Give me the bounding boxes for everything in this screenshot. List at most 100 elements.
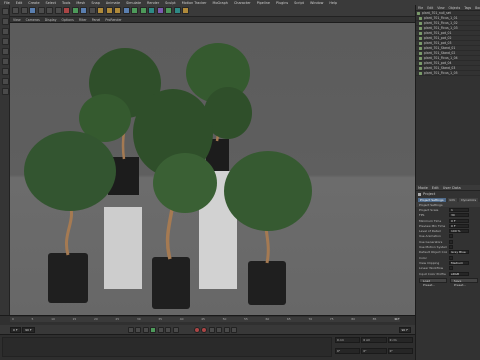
attribute-tab[interactable]: Info	[447, 197, 458, 202]
object-manager-menu-item[interactable]: File	[418, 6, 423, 10]
menu-item[interactable]: Animate	[106, 1, 120, 5]
coord-field[interactable]: 0 cm	[387, 337, 413, 343]
start-frame-field[interactable]: 0 F	[10, 326, 21, 333]
menu-item[interactable]: Motion Tracker	[182, 1, 207, 5]
coord-field[interactable]: 0°	[387, 348, 413, 354]
next-key-icon[interactable]	[165, 326, 172, 333]
preset-button[interactable]: Save Preset...	[449, 278, 478, 287]
coord-field[interactable]: 0°	[335, 348, 361, 354]
preview-end-field[interactable]: 90 F	[22, 326, 35, 333]
attribute-value-field[interactable]: Gray Blue	[449, 250, 469, 255]
viewport-menu-item[interactable]: ProRender	[105, 18, 121, 22]
render-settings-icon[interactable]	[114, 7, 121, 14]
redo-icon[interactable]	[20, 7, 28, 14]
menu-item[interactable]: Sculpt	[165, 1, 176, 5]
attribute-checkbox[interactable]	[449, 239, 453, 244]
menu-item[interactable]: Window	[310, 1, 323, 5]
object-manager-menu-item[interactable]: Tags	[464, 6, 471, 10]
model-mode-icon[interactable]	[1, 18, 9, 25]
viewport-menu-item[interactable]: Filter	[79, 18, 87, 22]
end-frame-field[interactable]: 90 F	[398, 326, 411, 333]
menu-item[interactable]: Edit	[16, 1, 23, 5]
make-editable-icon[interactable]	[1, 8, 9, 15]
menu-item[interactable]: Create	[28, 1, 39, 5]
floor-icon[interactable]	[165, 7, 172, 14]
object-manager-menu-item[interactable]: Bookmarks	[475, 6, 480, 10]
render-picture-viewer-icon[interactable]	[105, 7, 113, 14]
array-icon[interactable]	[148, 7, 155, 14]
menu-item[interactable]: Simulate	[126, 1, 141, 5]
keyframe-selection-icon[interactable]	[208, 326, 215, 333]
bend-deformer-icon[interactable]	[156, 7, 164, 14]
attribute-checkbox[interactable]	[449, 245, 453, 250]
object-row[interactable]: plant_701_Ficus_1_05	[416, 71, 480, 76]
object-manager-menu-item[interactable]: View	[437, 6, 444, 10]
coord-field[interactable]: 0°	[361, 348, 387, 354]
goto-end-icon[interactable]	[172, 326, 179, 333]
attribute-checkbox[interactable]	[449, 266, 453, 271]
z-axis-icon[interactable]	[80, 7, 87, 14]
menu-item[interactable]: Render	[147, 1, 159, 5]
menu-item[interactable]: Snap	[91, 1, 100, 5]
coord-field[interactable]: 0 cm	[361, 337, 387, 343]
snap-icon[interactable]	[1, 78, 9, 85]
attribute-checkbox[interactable]	[449, 234, 453, 239]
texture-mode-icon[interactable]	[1, 28, 9, 35]
goto-start-icon[interactable]	[127, 326, 134, 333]
menu-item[interactable]: Script	[294, 1, 304, 5]
attribute-value-field[interactable]: 0 F	[449, 218, 469, 223]
attribute-menu-item[interactable]: Mode	[418, 186, 428, 190]
object-manager-menu-item[interactable]: Edit	[427, 6, 433, 10]
move-icon[interactable]	[37, 7, 45, 14]
timeline[interactable]: 0 5 10 15 20 25 30 35 40 45 50 55 60 65 70 75 80 85 90 0 F	[0, 315, 415, 325]
viewport-menu-item[interactable]: View	[13, 18, 21, 22]
menu-item[interactable]: Mesh	[76, 1, 85, 5]
menu-item[interactable]: Pipeline	[257, 1, 270, 5]
attribute-checkbox[interactable]	[449, 255, 453, 260]
coordinate-system-icon[interactable]	[88, 7, 96, 14]
attribute-menu-item[interactable]: Edit	[432, 186, 439, 190]
scale-icon[interactable]	[46, 7, 53, 14]
prev-key-icon[interactable]	[135, 326, 142, 333]
menu-item[interactable]: Plugins	[276, 1, 288, 5]
autokey-icon[interactable]	[201, 326, 208, 333]
menu-item[interactable]: MoGraph	[213, 1, 228, 5]
workplane-icon[interactable]	[1, 88, 9, 95]
timeline-ruler[interactable]: 0 5 10 15 20 25 30 35 40 45 50 55 60 65 70 75 80 85 90	[10, 317, 400, 322]
attribute-tab[interactable]: Project Settings	[418, 197, 446, 202]
attribute-value-field[interactable]: 0 F	[449, 223, 469, 228]
attribute-value-field[interactable]: Medium	[449, 260, 469, 265]
spline-pen-icon[interactable]	[131, 7, 138, 14]
light-icon[interactable]	[182, 7, 189, 14]
cube-icon[interactable]	[122, 7, 130, 14]
record-icon[interactable]	[193, 326, 200, 333]
undo-icon[interactable]	[12, 7, 19, 14]
menu-item[interactable]: Tools	[62, 1, 70, 5]
attribute-tab[interactable]: Dynamics	[459, 197, 479, 202]
position-key-icon[interactable]	[216, 326, 223, 333]
camera-icon[interactable]	[173, 7, 181, 14]
x-axis-icon[interactable]	[63, 7, 70, 14]
object-manager-menu-item[interactable]: Objects	[449, 6, 461, 10]
viewport-menu-item[interactable]: Panel	[92, 18, 101, 22]
points-mode-icon[interactable]	[1, 38, 9, 45]
scale-key-icon[interactable]	[231, 326, 238, 333]
attribute-value-field[interactable]: 100 %	[449, 229, 469, 234]
attribute-menu-item[interactable]: User Data	[443, 186, 461, 190]
next-frame-icon[interactable]	[157, 326, 164, 333]
attribute-value-field[interactable]: 1	[449, 207, 469, 212]
menu-item[interactable]: Character	[234, 1, 251, 5]
polygons-mode-icon[interactable]	[1, 58, 9, 65]
material-manager[interactable]	[2, 337, 332, 357]
preset-button[interactable]: Load Preset...	[419, 278, 447, 287]
viewport[interactable]	[10, 23, 415, 315]
y-axis-icon[interactable]	[71, 7, 79, 14]
live-select-icon[interactable]	[29, 7, 36, 14]
attribute-value-field[interactable]: 30	[449, 213, 469, 218]
prev-frame-icon[interactable]	[142, 326, 149, 333]
rotate-icon[interactable]	[54, 7, 62, 14]
subdivision-icon[interactable]	[139, 7, 147, 14]
menu-item[interactable]: Help	[329, 1, 337, 5]
viewport-menu-item[interactable]: Options	[62, 18, 74, 22]
menu-item[interactable]: File	[4, 1, 10, 5]
